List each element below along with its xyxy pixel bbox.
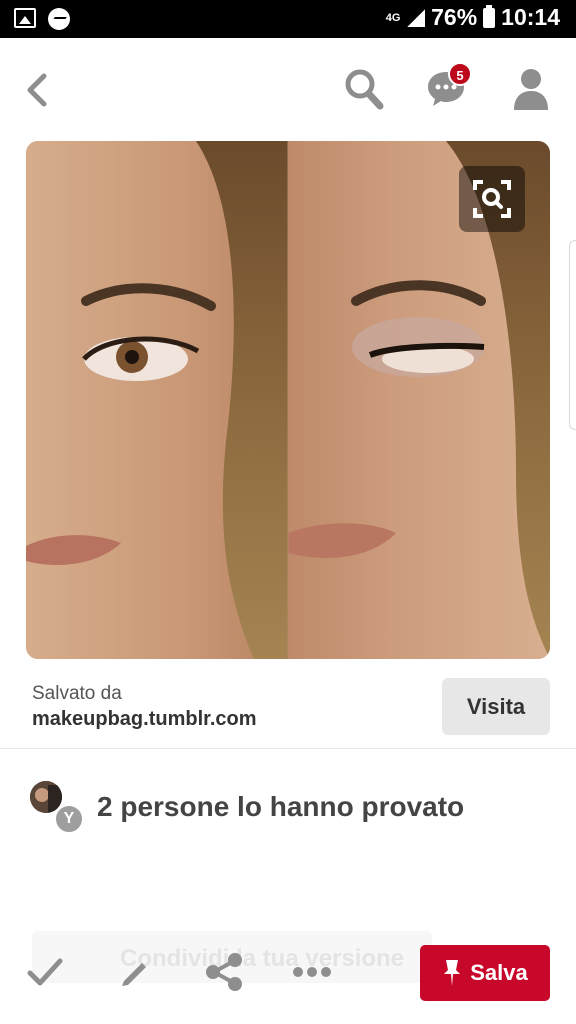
edit-pencil-icon[interactable]: [118, 955, 152, 989]
network-type: 4G: [385, 11, 401, 24]
side-drawer-handle[interactable]: [569, 240, 576, 430]
save-button[interactable]: Salva: [420, 945, 550, 1001]
share-icon[interactable]: [204, 953, 244, 991]
status-bar: 4G 76% 10:14: [0, 0, 576, 38]
battery-percent: 76%: [431, 4, 478, 30]
visit-button[interactable]: Visita: [442, 678, 550, 735]
source-domain-link[interactable]: makeupbag.tumblr.com: [32, 708, 257, 731]
visual-search-button[interactable]: [459, 166, 525, 232]
profile-icon[interactable]: [512, 68, 550, 110]
more-options-icon[interactable]: [292, 962, 332, 982]
tried-count-text[interactable]: 2 persone lo hanno provato: [97, 791, 464, 823]
share-photo-prompt-text: Condividi la tua versione: [120, 945, 405, 972]
notification-badge: 5: [448, 62, 472, 86]
divider: [0, 748, 576, 749]
back-arrow-icon[interactable]: [22, 72, 52, 108]
search-icon[interactable]: [344, 68, 384, 110]
signal-icon: [407, 8, 426, 27]
pin-source: Salvato da makeupbag.tumblr.com: [32, 683, 257, 731]
battery-icon: [483, 4, 496, 28]
source-label: Salvato da: [32, 683, 122, 704]
tried-it-icon[interactable]: [26, 955, 64, 989]
gallery-notification-icon: [14, 8, 36, 28]
pin-icon: [444, 960, 461, 986]
save-button-label: Salva: [470, 960, 528, 985]
clock: 10:14: [501, 4, 560, 30]
visual-search-icon: [473, 180, 511, 218]
avatar-initial[interactable]: Y: [54, 804, 84, 834]
app-header: 5: [0, 38, 576, 140]
messenger-notification-icon: [48, 8, 70, 30]
